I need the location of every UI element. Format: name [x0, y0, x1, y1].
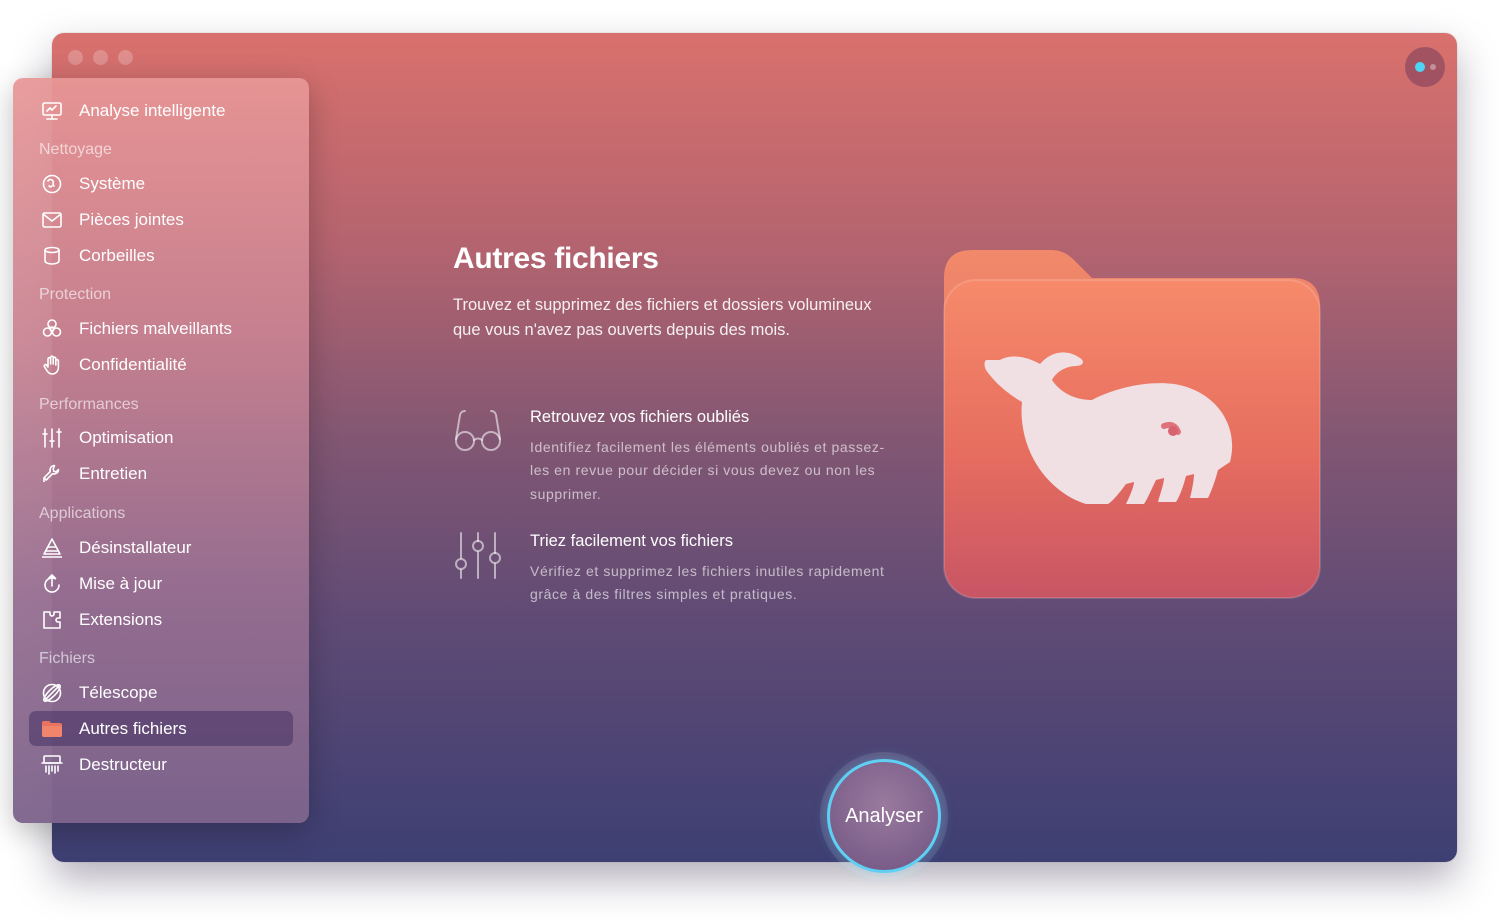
sidebar-item-label: Télescope	[79, 682, 158, 702]
sidebar-item-large-old-files[interactable]: Autres fichiers	[29, 711, 293, 746]
monitor-icon	[39, 98, 65, 124]
page-description: Trouvez et supprimez des fichiers et dos…	[453, 296, 872, 339]
sidebar-item-label: Extensions	[79, 609, 163, 629]
biohazard-icon	[39, 316, 65, 342]
sidebar-item-label: Corbeilles	[79, 245, 155, 265]
sidebar-item-updater[interactable]: Mise à jour	[29, 566, 293, 601]
hand-icon	[39, 352, 65, 378]
window-controls	[68, 50, 133, 65]
sidebar-item-label: Entretien	[79, 463, 148, 483]
section-label-files: Fichiers	[39, 650, 96, 667]
sidebar-item-label: Mise à jour	[79, 573, 163, 593]
close-window-button[interactable]	[68, 50, 83, 65]
wrench-icon	[39, 461, 65, 487]
uninstaller-icon	[39, 535, 65, 561]
assistant-idle-dot	[1429, 64, 1436, 70]
sidebar-item-label: Fichiers malveillants	[79, 318, 233, 338]
sidebar-item-shredder[interactable]: Destructeur	[29, 747, 293, 782]
sidebar-item-label: Autres fichiers	[79, 718, 187, 738]
sidebar-item-label: Système	[79, 173, 146, 193]
page-title: Autres fichiers	[453, 242, 659, 275]
feature-title: Triez facilement vos fichiers	[530, 532, 733, 550]
zoom-window-button[interactable]	[118, 50, 133, 65]
sidebar-item-label: Pièces jointes	[79, 209, 184, 229]
sliders-icon	[39, 425, 65, 451]
sidebar-item-extensions[interactable]: Extensions	[29, 602, 293, 637]
extensions-icon	[39, 607, 65, 633]
system-junk-icon	[39, 171, 65, 197]
sidebar-item-optimization[interactable]: Optimisation	[29, 420, 293, 455]
sidebar-item-trash[interactable]: Corbeilles	[29, 238, 293, 273]
section-label-protection: Protection	[39, 286, 112, 303]
sidebar-item-system[interactable]: Système	[29, 166, 293, 201]
filter-sliders-icon	[452, 530, 504, 580]
sidebar-item-attachments[interactable]: Pièces jointes	[29, 202, 293, 237]
whale-folder-icon	[942, 248, 1322, 600]
folder-icon	[39, 716, 65, 742]
sidebar-item-label: Optimisation	[79, 427, 174, 447]
sidebar-item-malware[interactable]: Fichiers malveillants	[29, 311, 293, 346]
sidebar: Analyse intelligente Nettoyage Système P…	[13, 78, 309, 823]
section-label-cleanup: Nettoyage	[39, 141, 112, 158]
feature-title: Retrouvez vos fichiers oubliés	[530, 408, 750, 426]
minimize-window-button[interactable]	[93, 50, 108, 65]
space-lens-icon	[39, 680, 65, 706]
assistant-button[interactable]	[1405, 47, 1445, 87]
assistant-active-dot	[1414, 62, 1425, 72]
updater-icon	[39, 571, 65, 597]
sidebar-item-label: Analyse intelligente	[79, 100, 226, 120]
envelope-icon	[39, 207, 65, 233]
feature-description: Identifiez facilement les éléments oubli…	[530, 439, 885, 502]
section-label-performance: Performances	[39, 396, 139, 413]
sidebar-item-maintenance[interactable]: Entretien	[29, 456, 293, 491]
scan-button-label: Analyser	[845, 804, 923, 827]
sidebar-item-smart-scan[interactable]: Analyse intelligente	[29, 93, 293, 128]
sidebar-item-privacy[interactable]: Confidentialité	[29, 347, 293, 382]
scan-button[interactable]: Analyser	[827, 759, 941, 873]
section-label-applications: Applications	[39, 505, 126, 522]
glasses-icon	[452, 407, 504, 455]
sidebar-item-space-lens[interactable]: Télescope	[29, 675, 293, 710]
sidebar-item-label: Désinstallateur	[79, 537, 192, 557]
trash-bin-icon	[39, 243, 65, 269]
sidebar-item-uninstaller[interactable]: Désinstallateur	[29, 530, 293, 565]
shredder-icon	[39, 752, 65, 778]
feature-description: Vérifiez et supprimez les fichiers inuti…	[530, 563, 885, 603]
sidebar-item-label: Destructeur	[79, 754, 167, 774]
sidebar-item-label: Confidentialité	[79, 354, 187, 374]
scan-button-halo: Analyser	[820, 752, 948, 880]
